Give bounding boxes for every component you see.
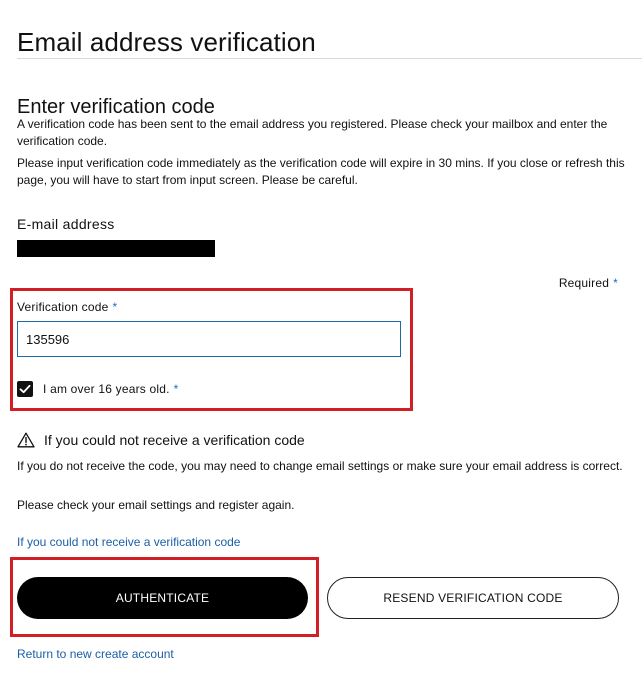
email-label: E-mail address xyxy=(17,216,115,232)
verification-code-label: Verification code * xyxy=(17,300,117,314)
checkmark-icon xyxy=(19,384,31,394)
required-note-text: Required xyxy=(558,276,610,290)
return-to-create-account-link[interactable]: Return to new create account xyxy=(17,647,174,661)
authenticate-button[interactable]: AUTHENTICATE xyxy=(17,577,308,619)
help-text-2: Please check your email settings and reg… xyxy=(17,498,295,512)
verification-code-label-text: Verification code xyxy=(17,300,109,314)
help-text-1: If you do not receive the code, you may … xyxy=(17,459,623,473)
age-checkbox[interactable] xyxy=(17,381,33,397)
resend-code-button[interactable]: RESEND VERIFICATION CODE xyxy=(327,577,619,619)
no-code-help-link[interactable]: If you could not receive a verification … xyxy=(17,535,240,549)
required-star: * xyxy=(173,382,179,396)
required-star: * xyxy=(613,276,618,290)
verification-code-input[interactable] xyxy=(17,321,401,357)
intro-text-1: A verification code has been sent to the… xyxy=(17,117,608,148)
title-divider xyxy=(17,58,642,59)
required-note: Required * xyxy=(559,276,618,290)
age-checkbox-label: I am over 16 years old. * xyxy=(43,382,179,396)
help-title: If you could not receive a verification … xyxy=(44,432,305,448)
help-heading: If you could not receive a verification … xyxy=(17,432,305,448)
required-star: * xyxy=(112,300,118,314)
age-checkbox-label-text: I am over 16 years old. xyxy=(43,382,170,396)
warning-triangle-icon xyxy=(17,432,35,448)
intro-text-2: Please input verification code immediate… xyxy=(17,156,625,187)
email-value-redacted xyxy=(17,240,215,257)
page-title: Email address verification xyxy=(17,27,316,58)
